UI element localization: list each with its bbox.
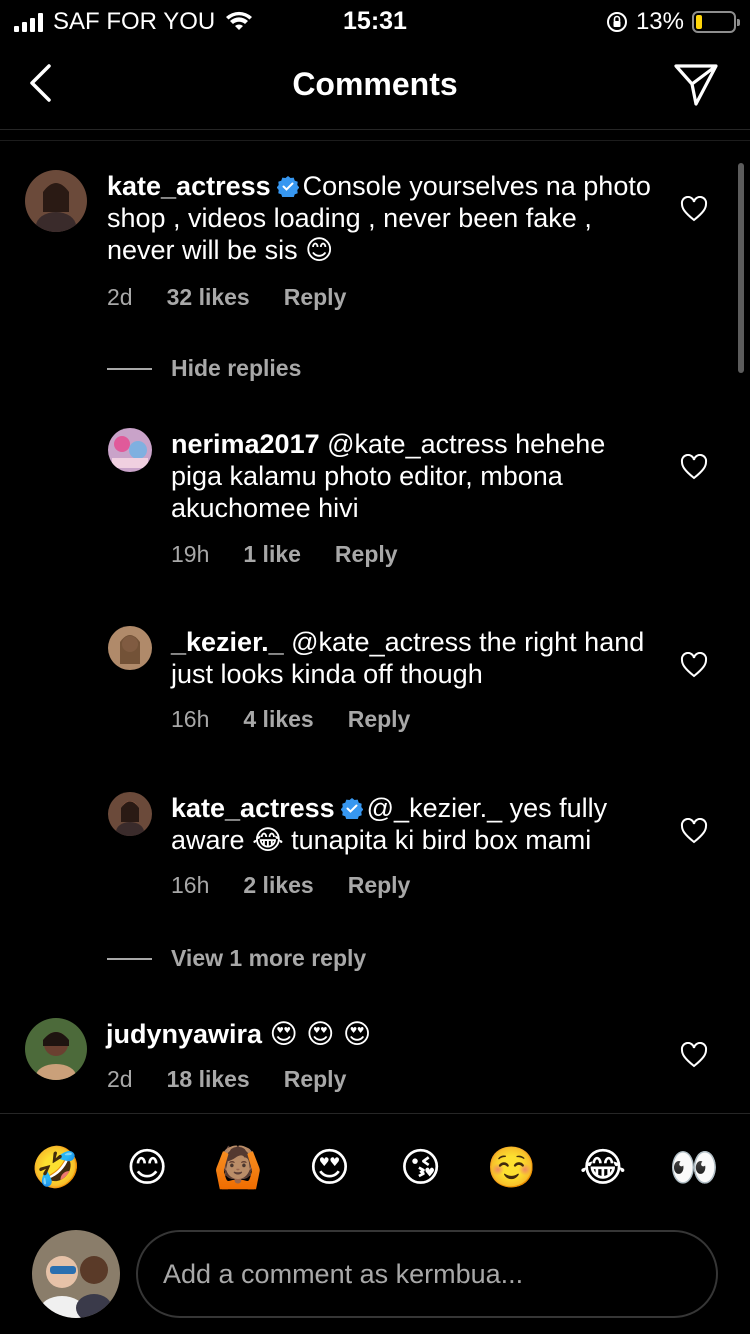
tears-of-joy-emoji-button[interactable]: 😂 [575, 1140, 631, 1200]
reply-username[interactable]: nerima2017 [171, 429, 320, 459]
current-user-avatar [32, 1230, 120, 1318]
nav-bar: Comments [0, 42, 750, 130]
eyes-emoji-button[interactable]: 👀 [666, 1140, 722, 1200]
reply-username[interactable]: _kezier._ [171, 627, 284, 657]
reply-likes[interactable]: 4 likes [243, 706, 313, 733]
smiling-emoji: 😊 [305, 235, 334, 266]
reply-mention[interactable]: @_kezier._ [367, 793, 502, 823]
reply-time: 16h [171, 706, 210, 732]
comment-time: 2d [107, 284, 133, 310]
status-bar: SAF FOR YOU 15:31 13% [0, 0, 750, 42]
hide-replies-button[interactable]: Hide replies [171, 355, 301, 382]
send-icon[interactable] [672, 60, 720, 108]
reply-mention[interactable]: @kate_actress [291, 627, 471, 657]
battery-percent: 13% [635, 8, 684, 35]
avatar[interactable] [108, 626, 152, 670]
laughing-emoji: 😂 [252, 825, 284, 856]
heart-icon[interactable] [680, 652, 708, 678]
verified-badge-icon [276, 176, 299, 197]
orientation-lock-icon [606, 12, 627, 32]
reply-button[interactable]: Reply [284, 284, 347, 311]
reply-button[interactable]: Reply [348, 706, 411, 733]
header-divider [0, 140, 750, 141]
reply-button[interactable]: Reply [284, 1066, 347, 1093]
avatar-image [108, 626, 152, 670]
blush-emoji-button[interactable]: ☺️ [484, 1140, 540, 1200]
heart-icon[interactable] [680, 454, 708, 480]
avatar-image [25, 1018, 87, 1080]
emoji-quick-bar: 🤣 😊 🙆🏽 😍 😘 ☺️ 😂 👀 [0, 1140, 750, 1200]
ok-gesture-emoji-button[interactable]: 🙆🏽 [210, 1140, 266, 1200]
comment-likes[interactable]: 32 likes [167, 284, 250, 311]
reply-likes[interactable]: 2 likes [243, 872, 313, 899]
scrollbar[interactable] [738, 163, 744, 373]
reply-likes[interactable]: 1 like [243, 541, 301, 568]
reply-time: 19h [171, 541, 210, 567]
avatar-image [25, 170, 87, 232]
avatar[interactable] [25, 1018, 87, 1080]
thread-line [107, 368, 152, 370]
view-more-replies-button[interactable]: View 1 more reply [171, 945, 366, 972]
avatar-image [108, 428, 152, 472]
avatar[interactable] [108, 428, 152, 472]
reply-mention[interactable]: @kate_actress [327, 429, 507, 459]
avatar[interactable] [108, 792, 152, 836]
composer-divider [0, 1113, 750, 1114]
rofl-emoji-button[interactable]: 🤣 [28, 1140, 84, 1200]
comment-time: 2d [107, 1066, 133, 1092]
verified-badge-icon [340, 798, 363, 819]
reply-text: yes fully [509, 793, 608, 823]
page-title: Comments [292, 66, 458, 102]
heart-icon[interactable] [680, 1042, 708, 1068]
heart-eyes-emoji: 😍 😍 😍 [269, 1019, 372, 1050]
reply-text-continued: aware [171, 825, 245, 855]
reply-username[interactable]: kate_actress [171, 793, 335, 823]
comment-input[interactable] [163, 1254, 683, 1294]
heart-icon[interactable] [680, 818, 708, 844]
kiss-emoji-button[interactable]: 😘 [393, 1140, 449, 1200]
comment-input-container [136, 1230, 718, 1318]
heart-icon[interactable] [680, 196, 708, 222]
thread-line [107, 958, 152, 960]
battery-icon [692, 11, 740, 33]
avatar-image [32, 1230, 120, 1318]
reply-time: 16h [171, 872, 210, 898]
comment-likes[interactable]: 18 likes [167, 1066, 250, 1093]
smile-emoji-button[interactable]: 😊 [119, 1140, 175, 1200]
reply-button[interactable]: Reply [348, 872, 411, 899]
avatar-image [108, 792, 152, 836]
heart-eyes-emoji-button[interactable]: 😍 [301, 1140, 357, 1200]
reply-button[interactable]: Reply [335, 541, 398, 568]
comment-username[interactable]: judynyawira [106, 1019, 262, 1049]
reply-text-end: tunapita ki bird box mami [291, 825, 592, 855]
avatar[interactable] [25, 170, 87, 232]
comment-username[interactable]: kate_actress [107, 171, 271, 201]
